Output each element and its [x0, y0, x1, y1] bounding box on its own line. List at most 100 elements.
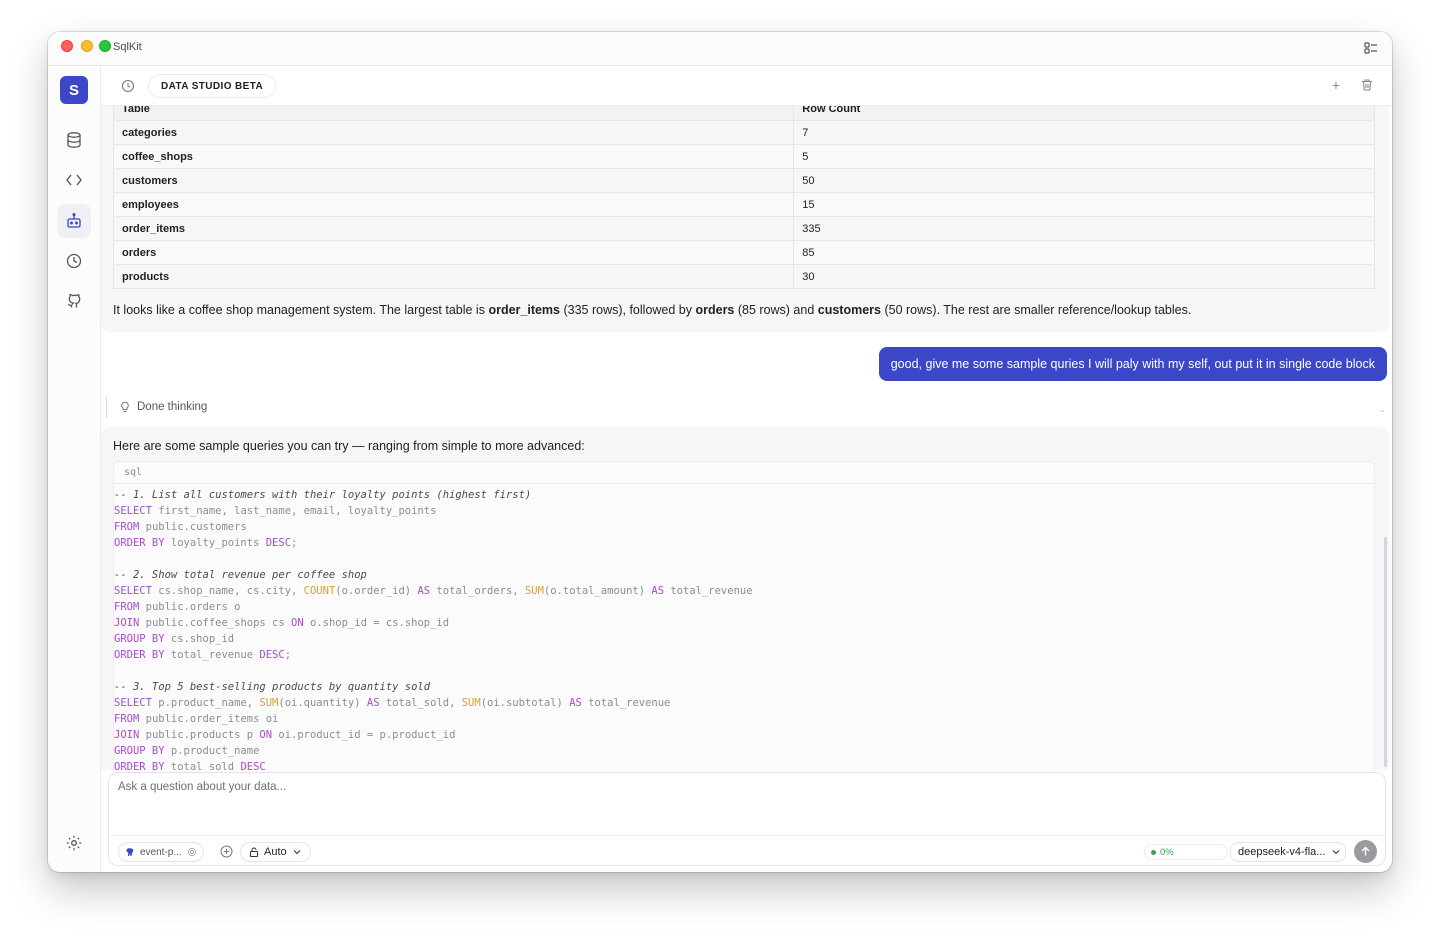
- code-line: FROM public.customers: [114, 519, 1374, 535]
- table-row: products 30: [112, 264, 1375, 289]
- app-logo[interactable]: S: [60, 76, 88, 104]
- code-token: (oi.quantity): [278, 697, 367, 709]
- summary-text: (335 rows), followed by: [560, 303, 696, 317]
- table-cell: 7: [793, 120, 1375, 145]
- code-token: AS: [417, 585, 431, 597]
- context-usage-meter: 0%: [1144, 844, 1228, 860]
- chevron-down-icon[interactable]: ⌄: [1378, 404, 1386, 415]
- code-line: GROUP BY p.product_name: [114, 743, 1374, 759]
- code-content[interactable]: -- 1. List all customers with their loya…: [114, 484, 1374, 770]
- code-token: ;: [291, 537, 298, 549]
- code-line: -- 1. List all customers with their loya…: [114, 487, 1374, 503]
- code-token: o.shop_id = cs.shop_id: [303, 617, 450, 629]
- elephant-icon: [126, 848, 134, 856]
- sidebar-item-code[interactable]: [57, 163, 91, 197]
- code-token: loyalty_points: [164, 537, 266, 549]
- question-input[interactable]: [118, 781, 1318, 793]
- code-token: total_revenue: [581, 697, 671, 709]
- gear-icon: [66, 835, 82, 851]
- app-title: SqlKit: [113, 41, 142, 53]
- code-token: COUNT: [303, 585, 336, 597]
- model-selector[interactable]: deepseek-v4-fla...: [1230, 842, 1346, 862]
- code-token: ORDER BY: [114, 537, 165, 549]
- code-line: SELECT p.product_name, SUM(oi.quantity) …: [114, 695, 1374, 711]
- sidebar-item-assistant[interactable]: [57, 204, 91, 238]
- minimize-window-button[interactable]: [81, 40, 93, 52]
- table-row: customers 50: [112, 168, 1375, 193]
- column-header: Table: [112, 106, 795, 121]
- model-label: deepseek-v4-fla...: [1238, 846, 1326, 858]
- code-token: public.customers: [139, 521, 247, 533]
- code-token: total_revenue: [164, 649, 260, 661]
- code-token: total_orders,: [430, 585, 525, 597]
- history-icon[interactable]: [121, 79, 135, 93]
- database-icon: [67, 132, 81, 148]
- code-token: SUM: [461, 697, 481, 709]
- summary-text: It looks like a coffee shop management s…: [113, 303, 489, 317]
- sidebar-item-github[interactable]: [57, 284, 91, 318]
- mode-selector[interactable]: Auto: [240, 842, 311, 862]
- trash-icon[interactable]: [1360, 78, 1374, 92]
- code-token: DESC: [240, 761, 266, 770]
- mode-label: Auto: [264, 846, 287, 858]
- unlock-icon: [250, 847, 258, 857]
- new-chat-button[interactable]: +: [1332, 78, 1340, 92]
- code-token: ;: [284, 649, 292, 661]
- table-cell: 50: [793, 168, 1375, 193]
- chevron-down-icon: [1333, 850, 1340, 855]
- code-language-label: sql: [114, 462, 1374, 484]
- code-token: total_revenue: [664, 585, 753, 597]
- code-token: DESC: [259, 649, 285, 661]
- table-cell: employees: [112, 192, 795, 217]
- composer: event-p... Auto 0% deepseek-v4-fla...: [108, 772, 1386, 866]
- divider: [109, 835, 1385, 836]
- layout-toggle-icon[interactable]: [1364, 41, 1378, 55]
- table-header-row: Table Row Count: [112, 106, 1375, 121]
- chat-header: DATA STUDIO BETA +: [101, 66, 1392, 106]
- code-token: total_sold,: [379, 697, 462, 709]
- table-row: order_items 335: [112, 216, 1375, 241]
- code-token: SELECT: [114, 505, 152, 517]
- table-row: orders 85: [112, 240, 1375, 265]
- code-line: ORDER BY loyalty_points DESC;: [114, 535, 1374, 551]
- code-token: AS: [366, 697, 380, 709]
- table-cell: 15: [793, 192, 1375, 217]
- add-context-icon[interactable]: [220, 845, 233, 858]
- code-token: AS: [569, 697, 582, 709]
- result-table: Table Row Count categories 7 coffee_shops…: [112, 106, 1375, 289]
- code-token: -- 1. List all customers with their loya…: [114, 489, 532, 501]
- send-button[interactable]: [1354, 840, 1377, 863]
- chevron-down-icon: [293, 850, 301, 855]
- code-icon: [66, 174, 82, 186]
- code-token: public.coffee_shops cs: [139, 617, 292, 629]
- session-title[interactable]: DATA STUDIO BETA: [148, 74, 277, 98]
- code-block: sql -- 1. List all customers with their …: [113, 461, 1375, 770]
- code-token: ORDER BY: [114, 761, 165, 770]
- summary-text: (85 rows) and: [734, 303, 818, 317]
- table-row: categories 7: [112, 120, 1375, 145]
- sidebar-item-settings[interactable]: [57, 826, 91, 860]
- connection-selector[interactable]: event-p...: [118, 842, 204, 862]
- scrollbar[interactable]: [1384, 537, 1387, 767]
- sidebar-item-database[interactable]: [57, 123, 91, 157]
- gear-icon[interactable]: [187, 847, 197, 857]
- status-dot: [1151, 849, 1156, 855]
- close-window-button[interactable]: [61, 40, 73, 52]
- sidebar-item-history[interactable]: [57, 244, 91, 278]
- code-token: -- 3. Top 5 best-selling products by qua…: [114, 681, 431, 693]
- code-token: total_sold: [164, 761, 241, 770]
- code-token: p.product_name: [164, 745, 260, 757]
- column-header: Row Count: [793, 106, 1375, 121]
- code-line: ORDER BY total_revenue DESC;: [114, 647, 1374, 663]
- assistant-intro: Here are some sample queries you can try…: [113, 439, 585, 453]
- code-token: FROM: [114, 713, 140, 725]
- sidebar: S: [48, 66, 101, 872]
- thinking-toggle[interactable]: Done thinking: [106, 396, 207, 418]
- code-token: AS: [651, 585, 665, 597]
- summary-bold: customers: [817, 303, 881, 317]
- code-token: ORDER BY: [114, 649, 165, 661]
- zoom-window-button[interactable]: [99, 40, 111, 52]
- arrow-up-icon: [1361, 846, 1370, 856]
